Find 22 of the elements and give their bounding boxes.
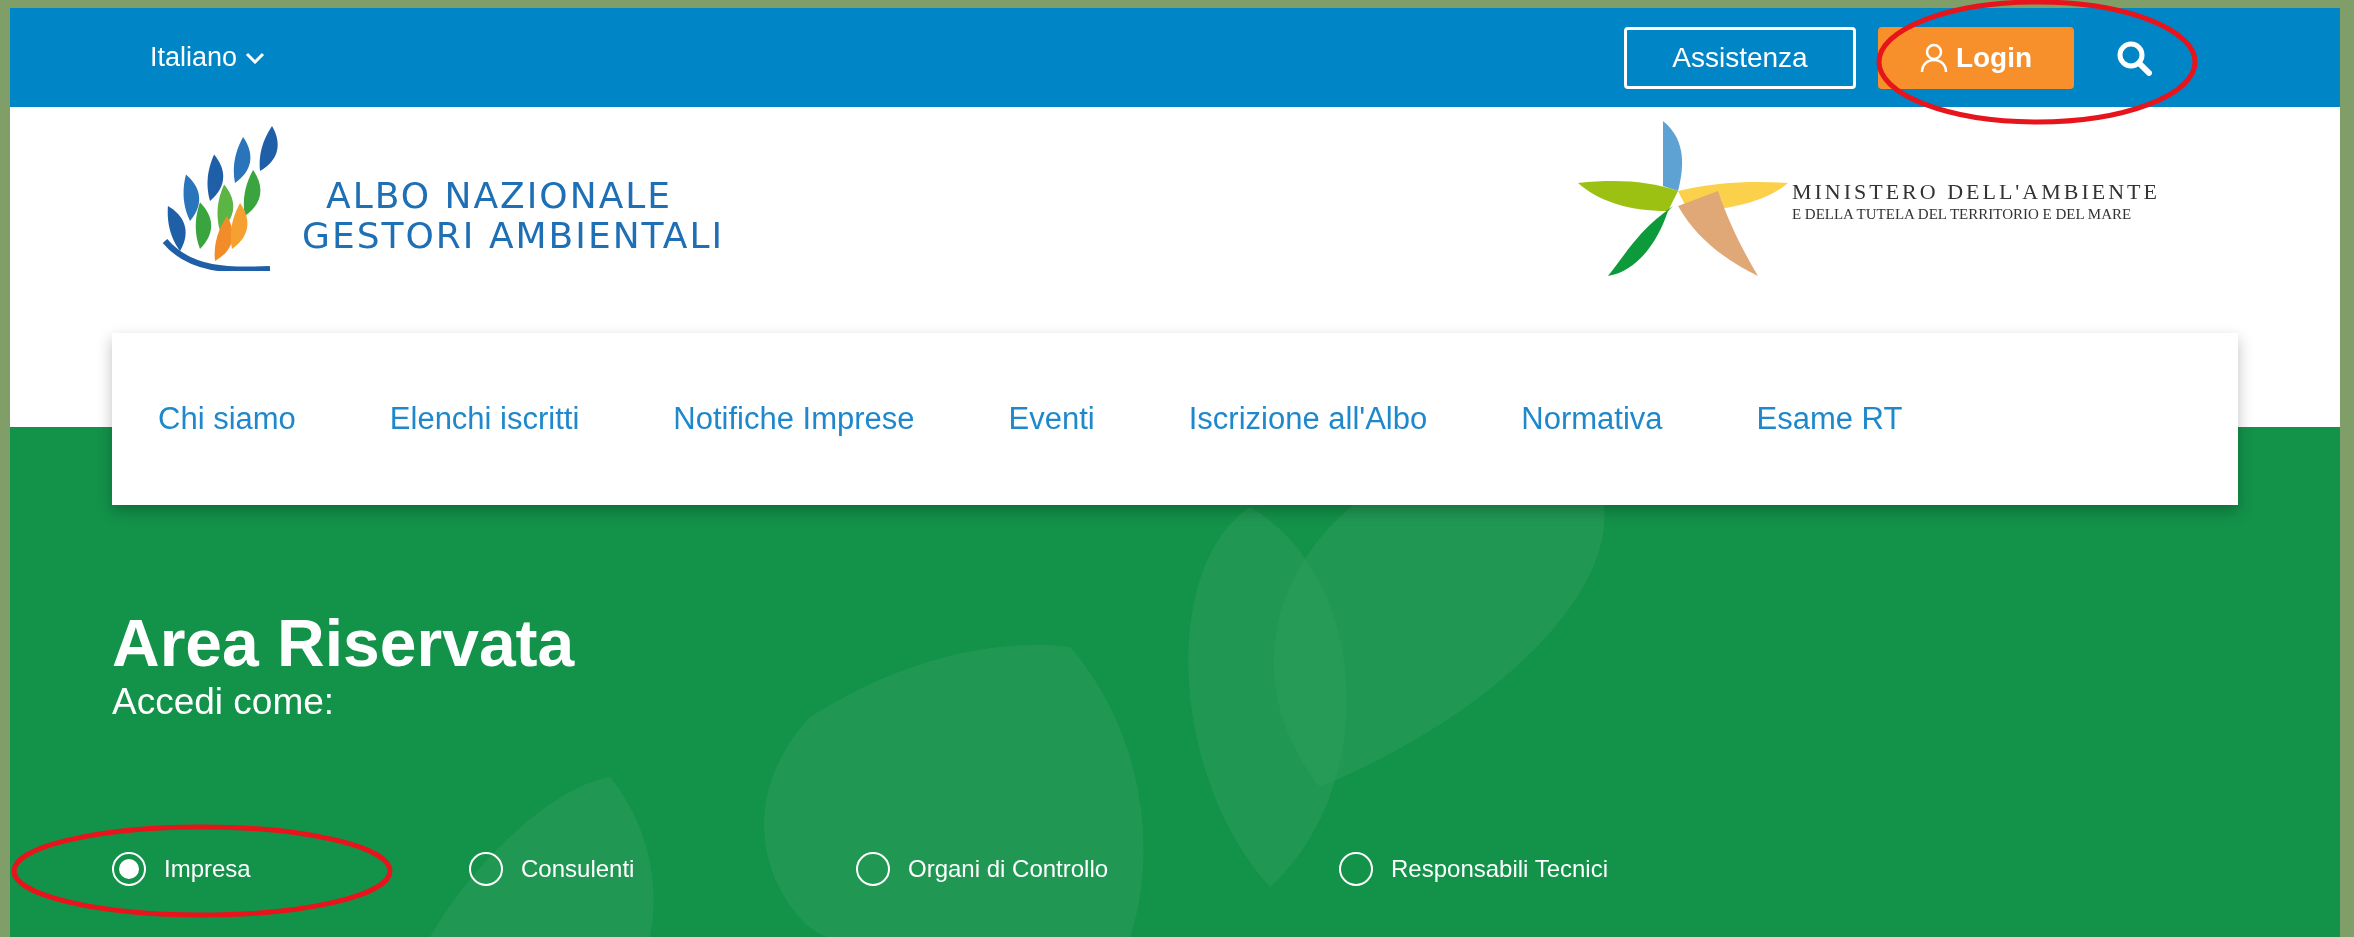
logo-text: GESTORI AMBIENTALI bbox=[302, 216, 725, 256]
logo-text: E DELLA TUTELA DEL TERRITORIO E DEL MARE bbox=[1791, 205, 2133, 223]
nav-link[interactable]: Chi siamo bbox=[158, 395, 296, 443]
nav-link[interactable]: Iscrizione all'Albo bbox=[1188, 395, 1428, 443]
nav-link[interactable]: Notifiche Imprese bbox=[673, 395, 915, 443]
nav-link[interactable]: Normativa bbox=[1521, 395, 1663, 443]
nav-link[interactable]: Esame RT bbox=[1756, 395, 1903, 443]
role-radio[interactable]: Organi di Controllo bbox=[856, 851, 1339, 887]
role-radio[interactable]: Impresa bbox=[112, 851, 469, 887]
login-button[interactable]: Login bbox=[1878, 26, 2074, 89]
role-radio[interactable]: Consulenti bbox=[469, 851, 856, 887]
nav-link[interactable]: Elenchi iscritti bbox=[389, 395, 580, 443]
language-dropdown[interactable]: Italiano bbox=[150, 37, 266, 78]
albo-logo[interactable]: ALBO NAZIONALE GESTORI AMBIENTALI bbox=[160, 121, 725, 271]
logo-text: MINISTERO DELL'AMBIENTE bbox=[1791, 179, 2160, 205]
page-title: Area Riservata bbox=[112, 605, 576, 681]
nav-link[interactable]: Eventi bbox=[1008, 395, 1095, 443]
page-subtitle: Accedi come: bbox=[112, 681, 336, 723]
help-button[interactable]: Assistenza bbox=[1624, 26, 1856, 89]
logo-text: ALBO NAZIONALE bbox=[325, 176, 674, 216]
ministry-logo[interactable]: MINISTERO DELL'AMBIENTE E DELLA TUTELA DEL TERRITORIO E DEL MARE bbox=[1577, 121, 2160, 281]
role-radio[interactable]: Responsabili Tecnici bbox=[1339, 851, 1608, 887]
